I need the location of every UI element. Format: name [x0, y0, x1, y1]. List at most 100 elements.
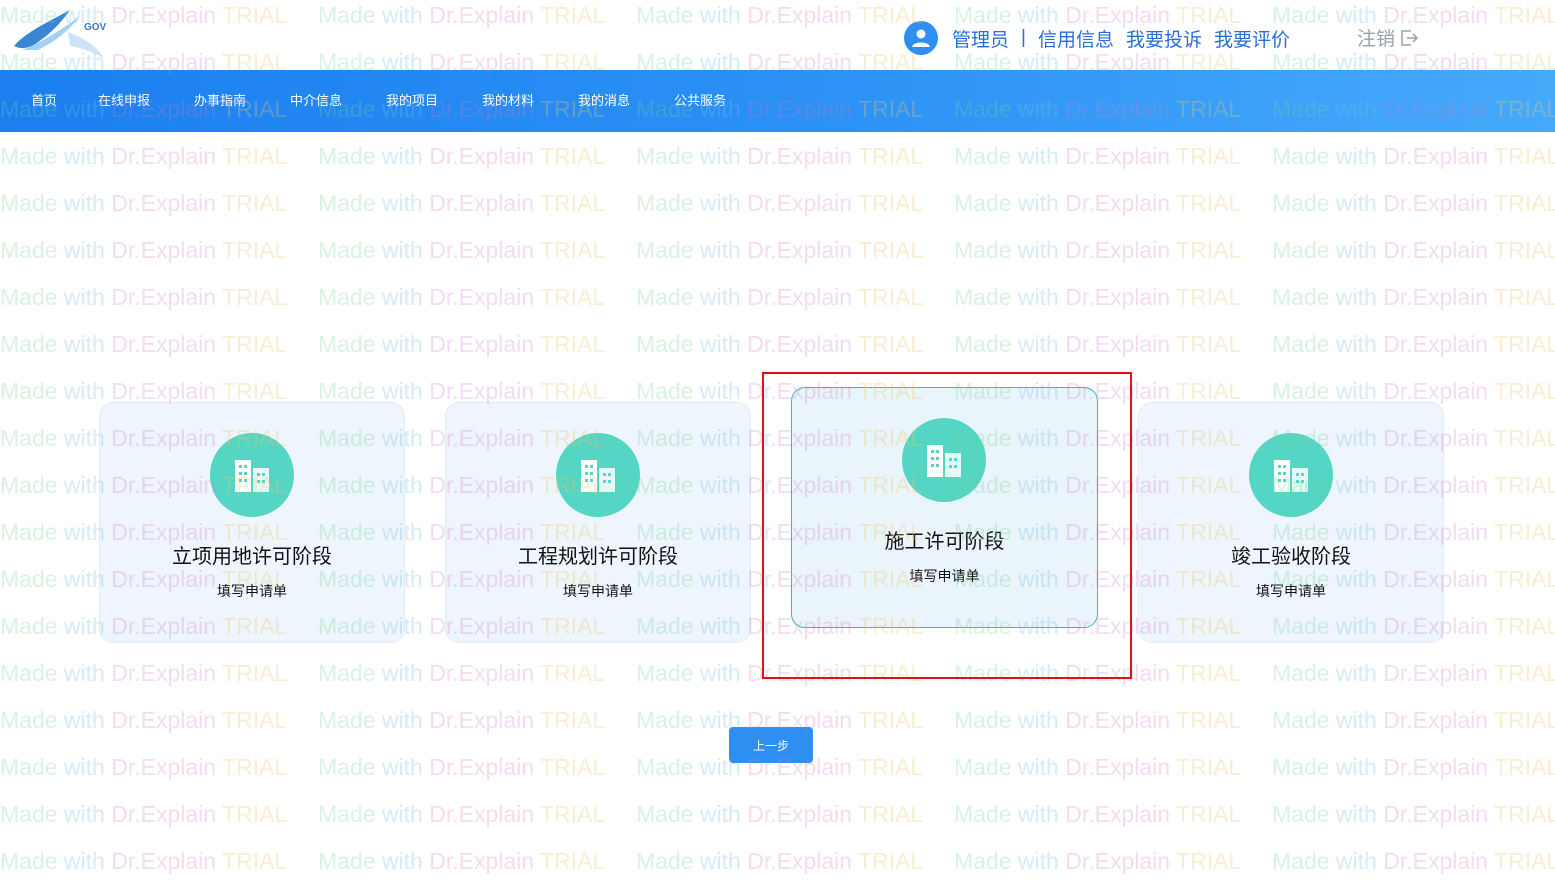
- watermark-text: Made with Dr.Explain TRIAL: [1272, 707, 1555, 733]
- building-glyph: [235, 460, 269, 492]
- site-logo[interactable]: GOV: [8, 2, 108, 66]
- watermark-text: Made with Dr.Explain TRIAL: [954, 284, 1242, 310]
- watermark-text: Made with Dr.Explain TRIAL: [636, 143, 924, 169]
- watermark-text: Made with Dr.Explain TRIAL: [1272, 331, 1555, 357]
- watermark-text: Made with Dr.Explain TRIAL: [636, 801, 924, 827]
- watermark-row: Made with Dr.Explain TRIAL Made with Dr.E…: [0, 235, 1555, 265]
- watermark-text: Made with Dr.Explain TRIAL: [318, 190, 606, 216]
- main-nav: 首页 在线申报 办事指南 中介信息 我的项目 我的材料 我的消息 公共服务: [0, 70, 1555, 132]
- watermark-text: Made with Dr.Explain TRIAL: [636, 331, 924, 357]
- stage-title: 施工许可阶段: [884, 531, 1005, 553]
- logo-text: GOV: [84, 22, 107, 33]
- credit-info-link[interactable]: 信用信息: [1038, 25, 1114, 52]
- stage-title: 立项用地许可阶段: [172, 546, 332, 568]
- watermark-text: Made with Dr.Explain TRIAL: [1272, 284, 1555, 310]
- watermark-text: Made with Dr.Explain TRIAL: [0, 660, 288, 686]
- stage-card-land-use[interactable]: 立项用地许可阶段 填写申请单: [99, 402, 405, 643]
- watermark-text: Made with Dr.Explain TRIAL: [0, 331, 288, 357]
- watermark-text: Made with Dr.Explain TRIAL: [1272, 754, 1555, 780]
- building-glyph: [1274, 460, 1308, 492]
- stage-title: 工程规划许可阶段: [518, 546, 678, 568]
- watermark-text: Made with Dr.Explain TRIAL: [318, 707, 606, 733]
- watermark-text: Made with Dr.Explain TRIAL: [0, 707, 288, 733]
- nav-item-public-services[interactable]: 公共服务: [674, 70, 726, 132]
- watermark-text: Made with Dr.Explain TRIAL: [1272, 801, 1555, 827]
- watermark-text: Made with Dr.Explain TRIAL: [1272, 660, 1555, 686]
- watermark-text: Made with Dr.Explain TRIAL: [0, 754, 288, 780]
- header-separator: |: [1021, 27, 1026, 48]
- watermark-text: Made with Dr.Explain TRIAL: [318, 660, 606, 686]
- watermark-text: Made with Dr.Explain TRIAL: [1272, 143, 1555, 169]
- watermark-text: Made with Dr.Explain TRIAL: [636, 848, 924, 874]
- watermark-text: Made with Dr.Explain TRIAL: [0, 284, 288, 310]
- stage-subtitle: 填写申请单: [1256, 583, 1326, 599]
- stage-subtitle: 填写申请单: [909, 568, 980, 584]
- logout-icon: [1401, 29, 1419, 46]
- building-glyph: [927, 445, 961, 477]
- evaluation-link[interactable]: 我要评价: [1214, 25, 1290, 52]
- watermark-text: Made with Dr.Explain TRIAL: [318, 143, 606, 169]
- nav-item-agency-info[interactable]: 中介信息: [290, 70, 342, 132]
- building-glyph: [581, 460, 615, 492]
- watermark-text: Made with Dr.Explain TRIAL: [318, 801, 606, 827]
- watermark-row: Made with Dr.Explain TRIAL Made with Dr.E…: [0, 141, 1555, 171]
- watermark-text: Made with Dr.Explain TRIAL: [954, 331, 1242, 357]
- stage-subtitle: 填写申请单: [217, 583, 287, 599]
- building-icon: [210, 433, 294, 517]
- building-icon: [902, 418, 986, 502]
- watermark-text: Made with Dr.Explain TRIAL: [1272, 190, 1555, 216]
- logout-button[interactable]: 注销: [1357, 24, 1419, 51]
- header: GOV 管理员 | 信用信息 我要投诉 我要评价 注销: [0, 0, 1555, 70]
- watermark-text: Made with Dr.Explain TRIAL: [954, 754, 1242, 780]
- watermark-text: Made with Dr.Explain TRIAL: [954, 801, 1242, 827]
- watermark-text: Made with Dr.Explain TRIAL: [318, 284, 606, 310]
- watermark-row: Made with Dr.Explain TRIAL Made with Dr.E…: [0, 329, 1555, 359]
- watermark-text: Made with Dr.Explain TRIAL: [318, 237, 606, 263]
- watermark-text: Made with Dr.Explain TRIAL: [0, 237, 288, 263]
- complaint-link[interactable]: 我要投诉: [1126, 25, 1202, 52]
- watermark-row: Made with Dr.Explain TRIAL Made with Dr.E…: [0, 799, 1555, 829]
- watermark-text: Made with Dr.Explain TRIAL: [636, 660, 924, 686]
- previous-step-button[interactable]: 上一步: [729, 727, 813, 763]
- nav-item-online-apply[interactable]: 在线申报: [98, 70, 150, 132]
- watermark-text: Made with Dr.Explain TRIAL: [318, 754, 606, 780]
- watermark-text: Made with Dr.Explain TRIAL: [954, 143, 1242, 169]
- watermark-text: Made with Dr.Explain TRIAL: [636, 237, 924, 263]
- user-name[interactable]: 管理员: [952, 25, 1009, 52]
- user-avatar-glyph: [912, 29, 930, 47]
- watermark-text: Made with Dr.Explain TRIAL: [954, 190, 1242, 216]
- user-icon[interactable]: [904, 21, 938, 55]
- watermark-text: Made with Dr.Explain TRIAL: [636, 284, 924, 310]
- watermark-text: Made with Dr.Explain TRIAL: [0, 848, 288, 874]
- watermark-text: Made with Dr.Explain TRIAL: [1272, 237, 1555, 263]
- stage-card-completion[interactable]: 竣工验收阶段 填写申请单: [1138, 402, 1444, 643]
- watermark-row: Made with Dr.Explain TRIAL Made with Dr.E…: [0, 658, 1555, 688]
- watermark-row: Made with Dr.Explain TRIAL Made with Dr.E…: [0, 282, 1555, 312]
- watermark-text: Made with Dr.Explain TRIAL: [0, 801, 288, 827]
- watermark-text: Made with Dr.Explain TRIAL: [954, 707, 1242, 733]
- logo-graphic: [14, 10, 104, 58]
- watermark-text: Made with Dr.Explain TRIAL: [954, 848, 1242, 874]
- nav-item-my-materials[interactable]: 我的材料: [482, 70, 534, 132]
- watermark-text: Made with Dr.Explain TRIAL: [318, 848, 606, 874]
- building-icon: [556, 433, 640, 517]
- watermark-text: Made with Dr.Explain TRIAL: [954, 237, 1242, 263]
- building-icon: [1249, 433, 1333, 517]
- stage-title: 竣工验收阶段: [1231, 546, 1351, 568]
- page: GOV 管理员 | 信用信息 我要投诉 我要评价 注销 首页 在线申报 办事指南…: [0, 0, 1555, 880]
- stage-card-construction-permit[interactable]: 施工许可阶段 填写申请单: [791, 387, 1098, 628]
- watermark-row: Made with Dr.Explain TRIAL Made with Dr.E…: [0, 188, 1555, 218]
- logout-label: 注销: [1357, 29, 1396, 50]
- stage-subtitle: 填写申请单: [563, 583, 633, 599]
- nav-item-my-messages[interactable]: 我的消息: [578, 70, 630, 132]
- nav-item-guide[interactable]: 办事指南: [194, 70, 246, 132]
- nav-item-my-projects[interactable]: 我的项目: [386, 70, 438, 132]
- watermark-text: Made with Dr.Explain TRIAL: [636, 190, 924, 216]
- watermark-text: Made with Dr.Explain TRIAL: [0, 190, 288, 216]
- watermark-row: Made with Dr.Explain TRIAL Made with Dr.E…: [0, 846, 1555, 876]
- nav-item-home[interactable]: 首页: [31, 70, 57, 132]
- stage-card-planning[interactable]: 工程规划许可阶段 填写申请单: [445, 402, 751, 643]
- watermark-text: Made with Dr.Explain TRIAL: [1272, 848, 1555, 874]
- watermark-text: Made with Dr.Explain TRIAL: [954, 660, 1242, 686]
- watermark-text: Made with Dr.Explain TRIAL: [318, 331, 606, 357]
